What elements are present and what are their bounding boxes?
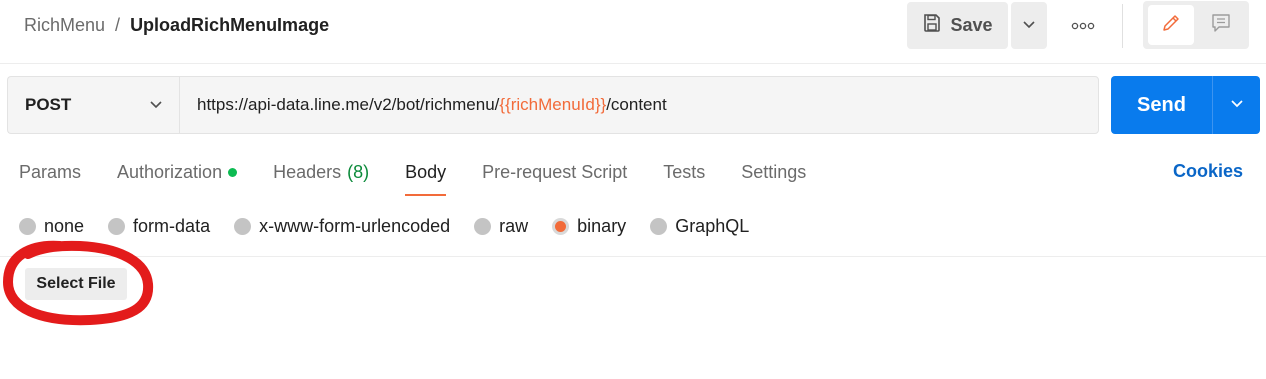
tab-settings[interactable]: Settings (741, 160, 806, 184)
radio-raw[interactable]: raw (474, 214, 528, 238)
more-icon (1071, 17, 1095, 35)
request-title[interactable]: UploadRichMenuImage (130, 15, 329, 36)
tab-authorization[interactable]: Authorization (117, 160, 238, 184)
comment-icon (1210, 12, 1232, 39)
url-variable[interactable]: {{richMenuId}} (499, 95, 606, 115)
tab-prerequest-label: Pre-request Script (482, 161, 628, 182)
radio-raw-control[interactable] (474, 217, 492, 235)
tab-headers[interactable]: Headers (8) (273, 160, 369, 184)
method-label: POST (25, 95, 72, 114)
breadcrumb-collection[interactable]: RichMenu (24, 15, 105, 36)
send-button[interactable]: Send (1111, 76, 1212, 134)
radio-form-data-label: form-data (133, 215, 211, 236)
radio-none-label: none (44, 215, 85, 236)
send-options-button[interactable] (1213, 76, 1260, 134)
breadcrumb: RichMenu / UploadRichMenuImage (24, 15, 329, 36)
radio-graphql-label: GraphQL (675, 215, 750, 236)
radio-urlencoded[interactable]: x-www-form-urlencoded (234, 214, 450, 238)
select-file-button[interactable]: Select File (25, 268, 127, 300)
url-input[interactable]: https://api-data.line.me/v2/bot/richmenu… (179, 76, 1099, 134)
save-options-button[interactable] (1011, 2, 1047, 49)
tab-body[interactable]: Body (405, 160, 447, 196)
pencil-icon (1160, 12, 1182, 39)
radio-form-data-control[interactable] (108, 217, 126, 235)
documentation-button[interactable] (1148, 5, 1194, 45)
status-dot-icon (228, 167, 238, 177)
radio-form-data[interactable]: form-data (108, 214, 210, 238)
tab-params-label: Params (19, 161, 82, 182)
headers-count: (8) (347, 161, 370, 182)
tab-headers-label: Headers (273, 161, 342, 182)
request-tabs: Params Authorization Headers (8) Body Pr… (19, 160, 842, 196)
tab-settings-label: Settings (741, 161, 807, 182)
header-divider (1122, 4, 1123, 48)
radio-raw-label: raw (499, 215, 529, 236)
save-label: Save (950, 15, 993, 35)
url-suffix: /content (606, 95, 667, 114)
tab-body-label: Body (405, 161, 447, 182)
url-prefix: https://api-data.line.me/v2/bot/richmenu… (197, 95, 500, 114)
tab-prerequest-script[interactable]: Pre-request Script (482, 160, 627, 184)
chevron-down-icon (1230, 96, 1244, 114)
save-button[interactable]: Save (907, 2, 1008, 49)
radio-none-control[interactable] (19, 217, 36, 235)
radio-binary-control[interactable] (552, 217, 570, 235)
radio-urlencoded-control[interactable] (234, 217, 252, 235)
comments-button[interactable] (1198, 5, 1244, 45)
chevron-down-icon (1022, 17, 1036, 35)
radio-graphql-control[interactable] (650, 217, 668, 235)
radio-urlencoded-label: x-www-form-urlencoded (259, 215, 451, 236)
send-button-group: Send (1111, 76, 1260, 134)
radio-binary-label: binary (577, 215, 627, 236)
radio-binary[interactable]: binary (552, 214, 626, 238)
method-select[interactable]: POST (7, 76, 179, 134)
breadcrumb-separator: / (115, 15, 121, 35)
more-actions-button[interactable] (1066, 10, 1100, 42)
body-section-rule (0, 256, 1266, 257)
radio-graphql[interactable]: GraphQL (650, 214, 749, 238)
radio-none[interactable]: none (19, 214, 84, 238)
chevron-down-icon (149, 95, 163, 115)
tab-params[interactable]: Params (19, 160, 81, 184)
tab-tests-label: Tests (663, 161, 706, 182)
header-rule (0, 63, 1266, 64)
body-type-radio-group: none form-data x-www-form-urlencoded raw… (19, 214, 773, 238)
tab-authorization-label: Authorization (117, 161, 223, 182)
save-icon (922, 13, 942, 38)
tab-tests[interactable]: Tests (663, 160, 705, 184)
cookies-link[interactable]: Cookies (1173, 161, 1243, 182)
